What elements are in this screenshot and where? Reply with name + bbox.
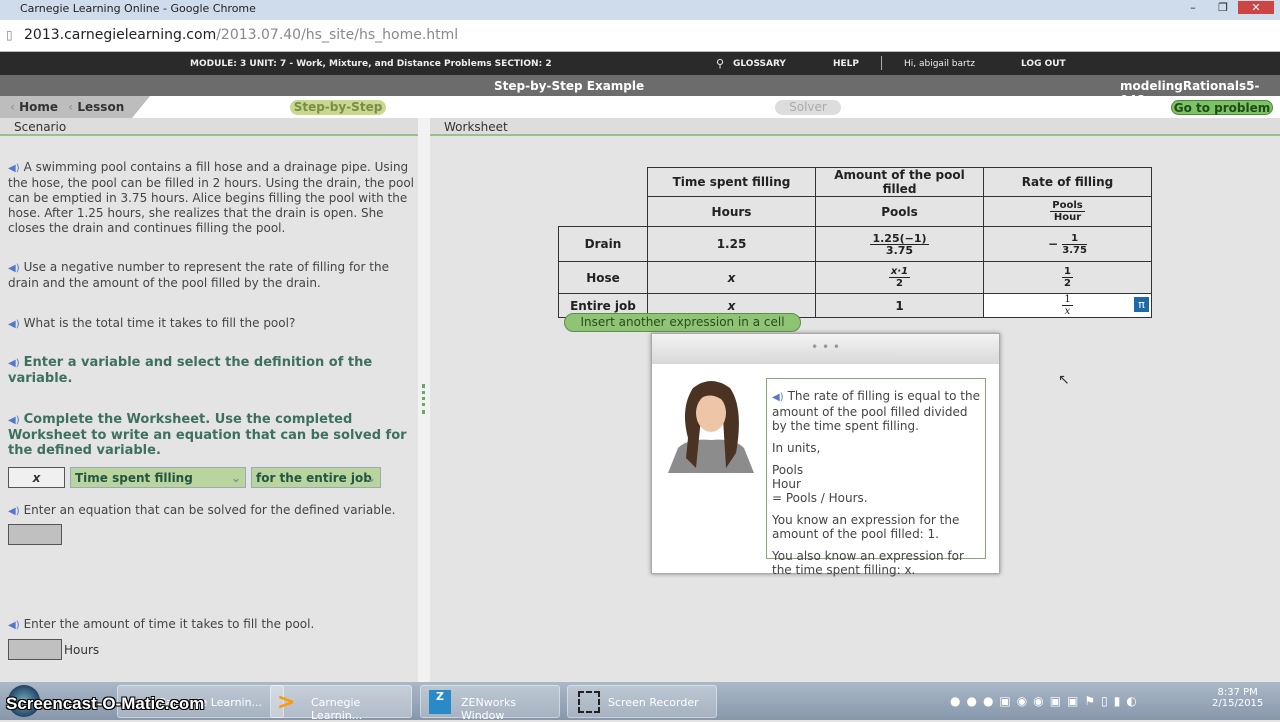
header-amount: Amount of the pool filled [815,167,984,197]
question-1: ◀) Use a negative number to represent the… [8,260,389,290]
insert-expression-button[interactable]: Insert another expression in a cell [564,313,801,332]
tutor-avatar [668,378,754,473]
speaker-icon[interactable]: ◀) [8,263,20,274]
divider [881,56,882,70]
scenario-header: Scenario [0,118,418,136]
cell-drain-time[interactable]: 1.25 [647,226,816,262]
question-4: ◀) Complete the Worksheet. Use the comple… [8,412,407,458]
go-to-problem-button[interactable]: Go to problem [1171,100,1273,115]
zenworks-icon: Z [429,690,451,714]
logout-link[interactable]: LOG OUT [1021,59,1066,69]
question-6: ◀) Enter the amount of time it takes to f… [8,617,315,631]
time-answer-input[interactable] [8,639,62,660]
header-time: Time spent filling [647,167,816,197]
close-button[interactable]: ✕ [1238,1,1274,14]
speaker-icon[interactable]: ◀) [8,319,20,330]
cell-drain-amount[interactable]: 1.25(−1) 3.75 [815,226,984,262]
speaker-icon[interactable]: ◀) [8,163,20,174]
chevron-down-icon: ⌄ [230,471,241,485]
definition-select[interactable]: Time spent filling ⌄ [70,467,246,488]
tab-solver[interactable]: Solver [775,100,841,115]
cell-hose-rate[interactable]: 12 [983,261,1152,294]
tab-step-by-step[interactable]: Step-by-Step [290,100,386,115]
equation-input[interactable] [8,524,62,545]
speaker-icon[interactable]: ◀) [8,358,20,369]
hint-paragraph-3: You know an expression for the amount of… [772,513,960,541]
hint-paragraph-2: In units, [772,441,821,455]
breadcrumb-lesson[interactable]: Lesson [77,100,124,114]
page-icon: ▯ [6,28,13,42]
speaker-icon[interactable]: ◀) [8,506,20,517]
chevron-down-icon: ⌄ [365,471,376,485]
unit-label: Hours [64,643,100,657]
mouse-cursor-icon: ↖ [1058,372,1070,388]
taskbar: Carnegie Learnin... > Carnegie Learnin...… [0,682,1280,722]
worksheet-table: Time spent filling Amount of the pool fi… [558,167,1152,318]
maximize-button[interactable]: ❐ [1210,1,1236,14]
cell-hose-amount[interactable]: x·1 2 [815,261,984,294]
taskbar-item-zenworks[interactable]: Z ZENworks Window [420,685,560,722]
speaker-icon[interactable]: ◀) [8,415,20,426]
clock[interactable]: 8:37 PM 2/15/2015 [1212,687,1263,709]
scenario-text: ◀) A swimming pool contains a fill hose a… [8,160,415,235]
question-5: ◀) Enter an equation that can be solved f… [8,503,396,517]
user-greeting: Hi, abigail bartz [904,59,975,69]
taskbar-item-carnegie[interactable]: > Carnegie Learnin... [270,685,412,722]
hint-dialog: • • • ◀) The rate of filling is equal to … [651,333,1000,577]
browser-title-bar: Carnegie Learning Online - Google Chrome… [0,0,1280,20]
cell-entire-rate-input[interactable]: 1xπ [983,293,1152,318]
sub-header: Step-by-Step Example modelingRationals5-… [0,75,1280,107]
minimize-button[interactable]: – [1180,1,1206,14]
hint-paragraph-4: You also know an expression for the time… [772,549,964,577]
taskbar-item-screen-recorder[interactable]: Screen Recorder [567,685,717,718]
url-path: /2013.07.40/hs_site/hs_home.html [216,27,459,43]
screen-recorder-icon [578,691,600,713]
chevron-right-icon: > [277,690,296,715]
row-label-hose: Hose [558,261,648,294]
worksheet-header: Worksheet [430,118,1280,136]
pi-icon[interactable]: π [1134,297,1149,312]
unit-time[interactable]: Hours [647,196,816,227]
question-3: ◀) Enter a variable and select the defini… [8,355,373,386]
module-label: MODULE: 3 UNIT: 7 - Work, Mixture, and D… [190,59,552,69]
panel-splitter[interactable] [418,118,430,682]
address-bar[interactable]: ▯ 2013.carnegielearning.com/2013.07.40/h… [0,20,1280,52]
breadcrumb: ‹ Home ‹ Lesson [0,96,150,118]
scope-select[interactable]: for the entire job ⌄ [251,467,381,488]
top-header: MODULE: 3 UNIT: 7 - Work, Mixture, and D… [0,52,1280,75]
page-title: Step-by-Step Example [494,79,645,93]
system-tray-icons[interactable]: ●●●▣◉◉▣▣⚑▯▮◐ [950,694,1143,708]
nav-bar [0,96,1280,118]
watermark: Screencast-O-Matic.com [6,694,205,713]
cell-entire-amount[interactable]: 1 [815,293,984,318]
cell-drain-rate[interactable]: − 1 3.75 [983,226,1152,262]
url-host: 2013.carnegielearning.com [24,27,217,43]
glossary-link[interactable]: GLOSSARY [733,59,786,69]
splitter-handle[interactable] [422,384,425,414]
question-2: ◀) What is the total time it takes to fil… [8,316,296,330]
window-title: Carnegie Learning Online - Google Chrome [20,2,256,15]
header-rate: Rate of filling [983,167,1152,197]
breadcrumb-home[interactable]: Home [19,100,58,114]
row-label-drain: Drain [558,226,648,262]
help-link[interactable]: HELP [833,59,859,69]
search-icon: ⚲ [716,57,725,70]
hint-dialog-handle[interactable]: • • • [652,334,999,364]
unit-rate[interactable]: Pools Hour [983,196,1152,227]
variable-input[interactable]: x [8,467,65,488]
speaker-icon[interactable]: ◀) [8,620,20,631]
speaker-icon[interactable]: ◀) [772,392,784,403]
hint-paragraph-1: ◀) The rate of filling is equal to the am… [772,389,980,433]
hint-text-box: ◀) The rate of filling is equal to the am… [766,378,986,577]
cell-hose-time[interactable]: x [647,261,816,294]
unit-amount[interactable]: Pools [815,196,984,227]
